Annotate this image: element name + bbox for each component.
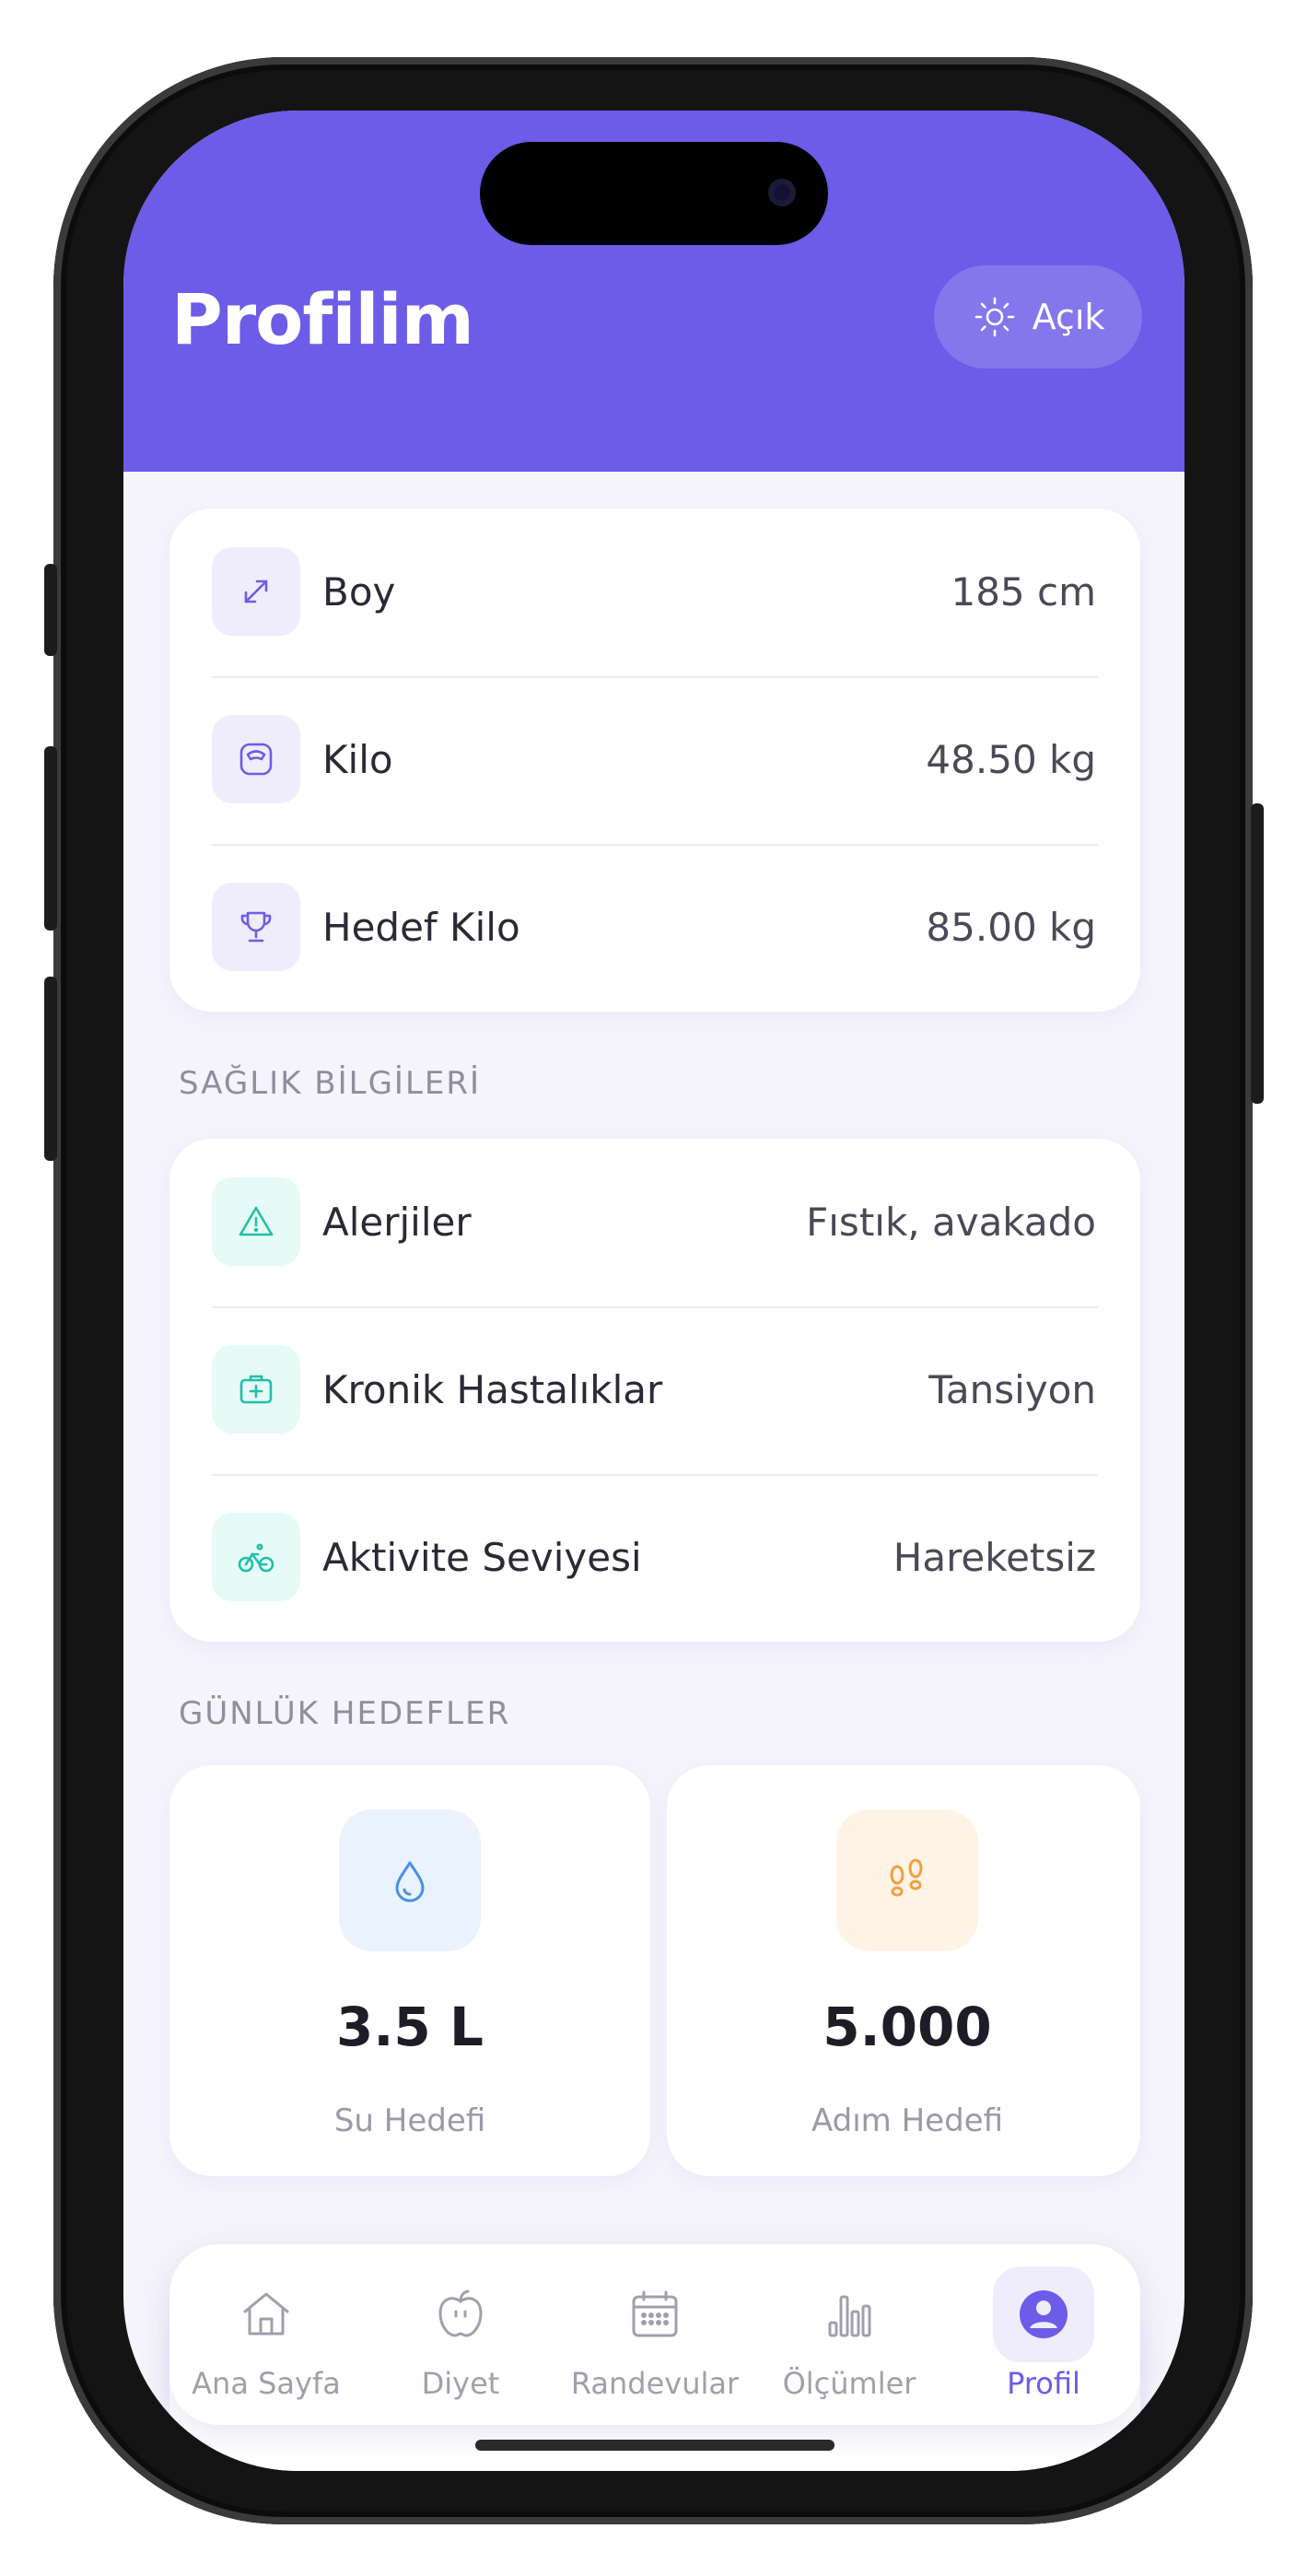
nav-label: Profil [1007, 2366, 1080, 2401]
water-goal-card[interactable]: 3.5 L Su Hedefi [169, 1765, 650, 2176]
calendar-icon [604, 2266, 706, 2362]
daily-goals-section-title: GÜNLÜK HEDEFLER [179, 1695, 511, 1732]
nav-item-home[interactable]: Ana Sayfa [169, 2244, 363, 2425]
profile-icon [993, 2266, 1094, 2362]
nav-label: Randevular [570, 2366, 740, 2401]
scale-icon [212, 715, 300, 803]
health-value: Fıstık, avakado [806, 1200, 1096, 1245]
page-title: Profilim [171, 278, 474, 360]
nav-label: Diyet [421, 2366, 500, 2401]
medical-kit-icon [212, 1345, 300, 1434]
metric-value: 85.00 kg [926, 905, 1096, 950]
metric-value: 48.50 kg [926, 737, 1096, 782]
goal-label: Su Hedefi [333, 2102, 486, 2139]
health-value: Hareketsiz [893, 1535, 1096, 1580]
bicycle-icon [212, 1513, 300, 1601]
theme-toggle-button[interactable]: Açık [934, 265, 1142, 369]
resize-arrows-icon [212, 547, 300, 636]
camera-icon [768, 179, 796, 206]
health-section-title: SAĞLIK BİLGİLERİ [179, 1065, 482, 1102]
volume-down-button [44, 977, 57, 1161]
nav-item-diet[interactable]: Diyet [364, 2244, 557, 2425]
health-info-card: Alerjiler Fıstık, avakado Kronik Hastalı… [169, 1139, 1140, 1642]
home-indicator [475, 2440, 834, 2451]
nav-item-measurements[interactable]: Ölçümler [753, 2244, 946, 2425]
metric-value: 185 cm [951, 569, 1096, 615]
volume-up-button [44, 746, 57, 931]
apple-icon [410, 2266, 511, 2362]
goal-value: 5.000 [823, 1996, 992, 2058]
step-goal-card[interactable]: 5.000 Adım Hedefi [667, 1765, 1140, 2176]
home-icon [216, 2266, 317, 2362]
bar-chart-icon [799, 2266, 900, 2362]
trophy-icon [212, 883, 300, 971]
metric-label: Hedef Kilo [322, 905, 520, 950]
health-value: Tansiyon [928, 1367, 1096, 1412]
app-screen: Profilim Açık Boy 185 cm Kilo 48.50 kg H… [123, 111, 1184, 2471]
bottom-navigation: Ana Sayfa Diyet Randevular Ölçümler Prof… [169, 2244, 1140, 2425]
goal-label: Adım Hedefi [811, 2102, 1004, 2139]
metric-row-height[interactable]: Boy 185 cm [169, 509, 1140, 676]
health-row-chronic-diseases[interactable]: Kronik Hastalıklar Tansiyon [169, 1306, 1140, 1474]
sun-icon [972, 294, 1018, 340]
metric-row-target-weight[interactable]: Hedef Kilo 85.00 kg [169, 844, 1140, 1012]
footprints-icon [836, 1809, 978, 1951]
profile-header: Profilim Açık [123, 111, 1184, 472]
body-metrics-card: Boy 185 cm Kilo 48.50 kg Hedef Kilo 85.0… [169, 509, 1140, 1012]
health-row-allergies[interactable]: Alerjiler Fıstık, avakado [169, 1139, 1140, 1306]
goal-value: 3.5 L [336, 1996, 484, 2058]
water-drop-icon [339, 1809, 481, 1951]
health-label: Aktivite Seviyesi [322, 1535, 642, 1580]
health-label: Alerjiler [322, 1200, 472, 1245]
nav-item-profile[interactable]: Profil [947, 2244, 1140, 2425]
theme-toggle-label: Açık [1032, 297, 1105, 337]
power-button [1251, 803, 1264, 1104]
nav-item-appointments[interactable]: Randevular [558, 2244, 752, 2425]
nav-label: Ana Sayfa [192, 2366, 341, 2401]
action-button [44, 564, 57, 656]
warning-triangle-icon [212, 1177, 300, 1266]
health-row-activity-level[interactable]: Aktivite Seviyesi Hareketsiz [169, 1474, 1140, 1642]
health-label: Kronik Hastalıklar [322, 1367, 663, 1412]
metric-row-weight[interactable]: Kilo 48.50 kg [169, 676, 1140, 844]
metric-label: Kilo [322, 737, 393, 782]
nav-label: Ölçümler [782, 2366, 916, 2401]
metric-label: Boy [322, 569, 396, 615]
dynamic-island [480, 142, 828, 245]
